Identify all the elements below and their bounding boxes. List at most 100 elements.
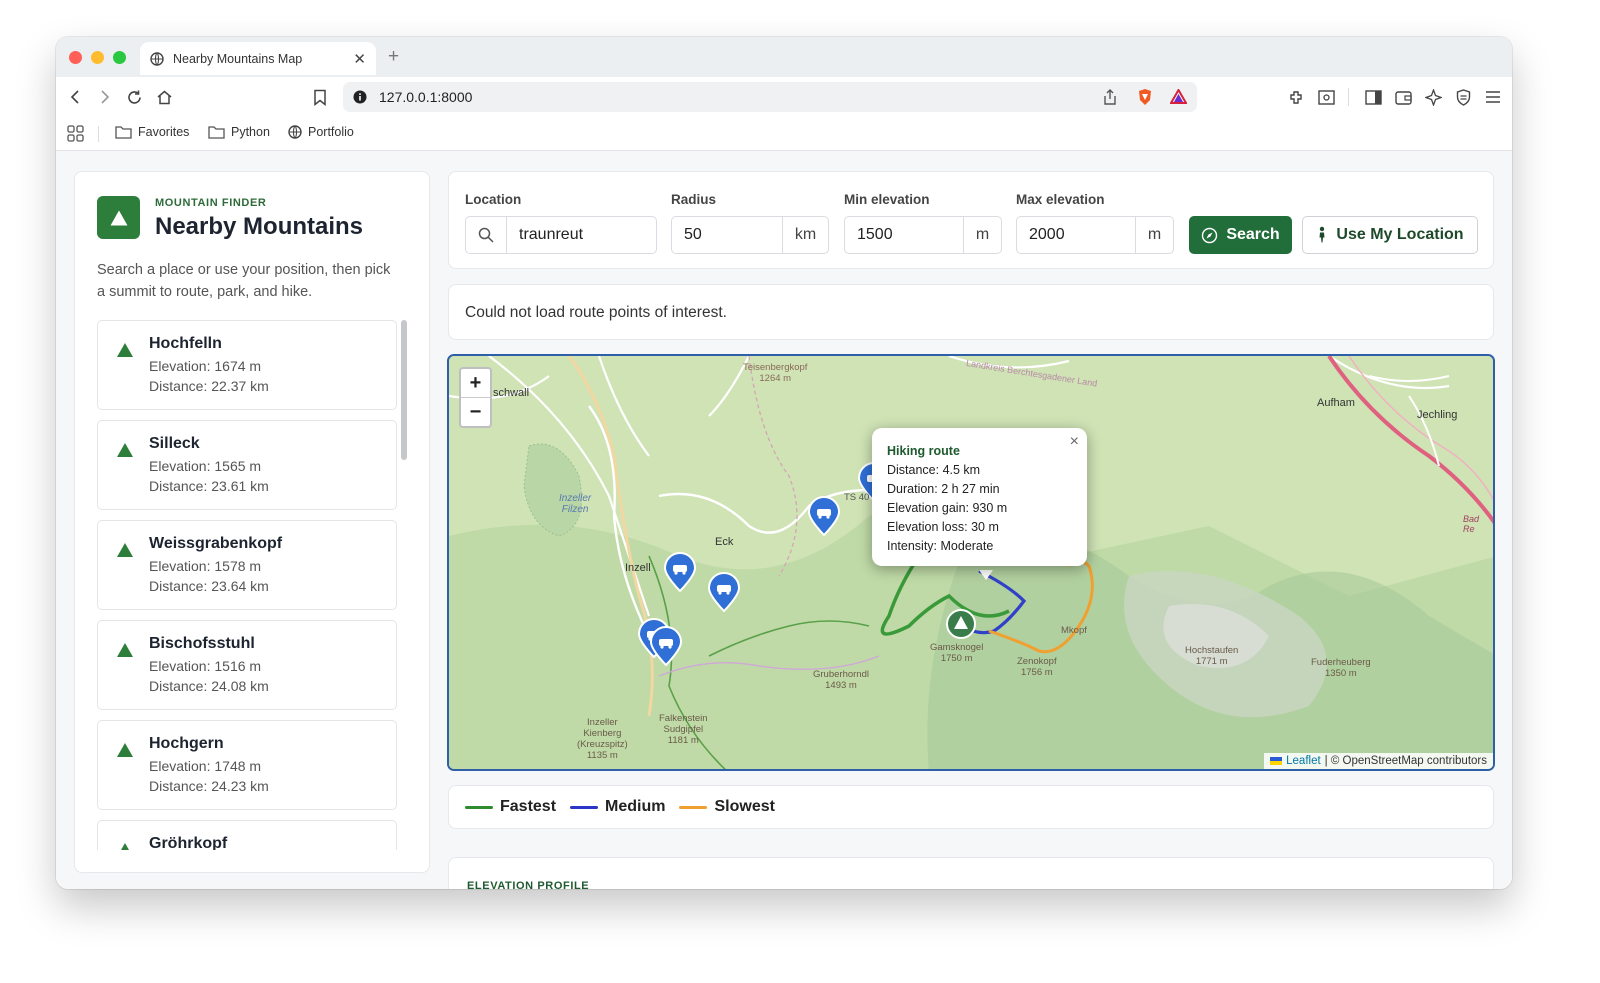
map-label: Jechling [1417, 409, 1458, 421]
forward-icon[interactable] [94, 87, 114, 107]
mountain-elevation: Elevation: 1565 m [149, 458, 262, 474]
map-container[interactable]: + − schwall Teisenbergkopf 1264 m Landkre… [447, 354, 1495, 771]
wallet-icon[interactable] [1393, 87, 1413, 107]
zoom-out-button[interactable]: − [461, 398, 490, 427]
mountain-distance: Distance: 22.37 km [149, 378, 269, 394]
sidebar-scrollbar[interactable] [401, 320, 407, 460]
min-elevation-input[interactable]: 1500 [845, 226, 893, 244]
popup-distance: Distance: 4.5 km [887, 463, 981, 477]
min-elevation-field[interactable]: 1500 m [844, 216, 1002, 254]
map-label: Inzeller Filzen [559, 493, 592, 515]
map-label: Inzell [625, 562, 651, 574]
mountain-icon [117, 343, 133, 357]
map-label: Gruberhorndl 1493 m [813, 669, 869, 691]
folder-icon [115, 126, 132, 139]
max-elevation-field[interactable]: 2000 m [1016, 216, 1174, 254]
mountain-card[interactable]: Silleck Elevation: 1565 m Distance: 23.6… [97, 420, 397, 510]
intro-text: Search a place or use your position, the… [97, 262, 391, 300]
home-icon[interactable] [154, 87, 174, 107]
map-label: Inzeller Kienberg (Kreuzspitz) 1135 m [577, 717, 628, 761]
url-text: 127.0.0.1:8000 [379, 89, 473, 105]
screenshot-icon[interactable] [1316, 87, 1336, 107]
reload-icon[interactable] [124, 87, 144, 107]
maximize-window-button[interactable] [113, 51, 126, 64]
zoom-in-button[interactable]: + [461, 369, 490, 398]
menu-icon[interactable] [1483, 87, 1503, 107]
browser-window: Nearby Mountains Map ✕ + 127.0.0.1:8000 [56, 37, 1512, 889]
popup-elevation-loss: Elevation loss: 30 m [887, 520, 999, 534]
legend-label: Slowest [714, 798, 775, 815]
bookmarks-divider [98, 126, 99, 142]
radius-input[interactable]: 50 [672, 226, 702, 244]
globe-icon [288, 125, 302, 139]
extensions-icon[interactable] [1286, 87, 1306, 107]
tab-title: Nearby Mountains Map [173, 51, 303, 66]
tab-active[interactable]: Nearby Mountains Map ✕ [140, 42, 376, 75]
apps-grid-icon[interactable] [67, 125, 84, 142]
folder-icon [208, 126, 225, 139]
search-button[interactable]: Search [1189, 216, 1292, 254]
bookmark-icon[interactable] [310, 87, 330, 107]
map-label: Eck [715, 536, 734, 548]
elevation-profile-panel: ELEVATION PROFILE [448, 857, 1494, 889]
bookmark-python[interactable]: Python [208, 125, 270, 139]
use-my-location-button[interactable]: Use My Location [1302, 216, 1478, 254]
share-icon[interactable] [1103, 89, 1117, 108]
tab-close-icon[interactable]: ✕ [353, 50, 366, 68]
mountain-name: Hochgern [149, 735, 224, 752]
page-content: MOUNTAIN FINDER Nearby Mountains Search … [56, 151, 1512, 889]
location-input[interactable]: traunreut [507, 226, 583, 244]
person-icon [1319, 226, 1325, 243]
parking-marker-icon[interactable] [663, 552, 697, 592]
minimize-window-button[interactable] [91, 51, 104, 64]
app-eyebrow: MOUNTAIN FINDER [155, 197, 267, 209]
mountain-card[interactable]: Bischofsstuhl Elevation: 1516 m Distance… [97, 620, 397, 710]
popup-close-button[interactable]: × [1070, 432, 1079, 451]
sidebar-toggle-icon[interactable] [1363, 87, 1383, 107]
parking-marker-icon[interactable] [707, 572, 741, 612]
map-label: Gamsknogel 1750 m [930, 642, 984, 664]
parking-marker-icon[interactable] [649, 626, 683, 666]
new-tab-button[interactable]: + [388, 46, 399, 68]
app-title: Nearby Mountains [155, 213, 364, 240]
osm-attribution: | © OpenStreetMap contributors [1324, 755, 1487, 767]
brave-rewards-icon[interactable] [1169, 87, 1188, 107]
max-elevation-input[interactable]: 2000 [1017, 226, 1065, 244]
bookmark-label: Python [231, 125, 270, 139]
location-field[interactable]: traunreut [465, 216, 657, 254]
mountain-card[interactable]: Weissgrabenkopf Elevation: 1578 m Distan… [97, 520, 397, 610]
address-bar[interactable]: 127.0.0.1:8000 [343, 82, 1197, 112]
mountain-card[interactable]: Hochgern Elevation: 1748 m Distance: 24.… [97, 720, 397, 810]
legend-slowest: Slowest [679, 798, 775, 816]
map-attribution: Leaflet | © OpenStreetMap contributors [1264, 753, 1493, 769]
bookmark-portfolio[interactable]: Portfolio [288, 125, 354, 139]
max-elevation-label: Max elevation [1016, 192, 1105, 207]
mountain-distance: Distance: 24.23 km [149, 778, 269, 794]
radius-field[interactable]: 50 km [671, 216, 829, 254]
mountain-card[interactable]: Gröhrkopf [97, 820, 397, 850]
bookmark-favorites[interactable]: Favorites [115, 125, 189, 139]
mountain-name: Hochfelln [149, 335, 222, 352]
leo-ai-icon[interactable] [1423, 87, 1443, 107]
brave-shield-icon[interactable] [1137, 88, 1153, 109]
radius-unit: km [782, 217, 828, 253]
mountain-icon [117, 543, 133, 557]
mountain-elevation: Elevation: 1674 m [149, 358, 262, 374]
bookmark-label: Favorites [138, 125, 190, 139]
parking-marker-icon[interactable] [807, 496, 841, 536]
legend-label: Fastest [500, 798, 557, 815]
vpn-shield-icon[interactable] [1453, 87, 1473, 107]
site-info-icon[interactable] [353, 90, 367, 107]
legend-swatch [679, 805, 708, 809]
close-window-button[interactable] [69, 51, 82, 64]
min-elevation-unit: m [963, 217, 1001, 253]
map-label: Falkenstein Sudgipfel 1181 m [659, 713, 708, 746]
legend-label: Medium [605, 798, 666, 815]
tab-bar: Nearby Mountains Map ✕ + [56, 37, 1512, 77]
map-label: Zenokopf 1756 m [1017, 656, 1057, 678]
min-elevation-label: Min elevation [844, 192, 930, 207]
leaflet-link[interactable]: Leaflet [1286, 755, 1321, 767]
mountain-card[interactable]: Hochfelln Elevation: 1674 m Distance: 22… [97, 320, 397, 410]
mountain-name: Bischofsstuhl [149, 635, 255, 652]
back-icon[interactable] [66, 87, 86, 107]
